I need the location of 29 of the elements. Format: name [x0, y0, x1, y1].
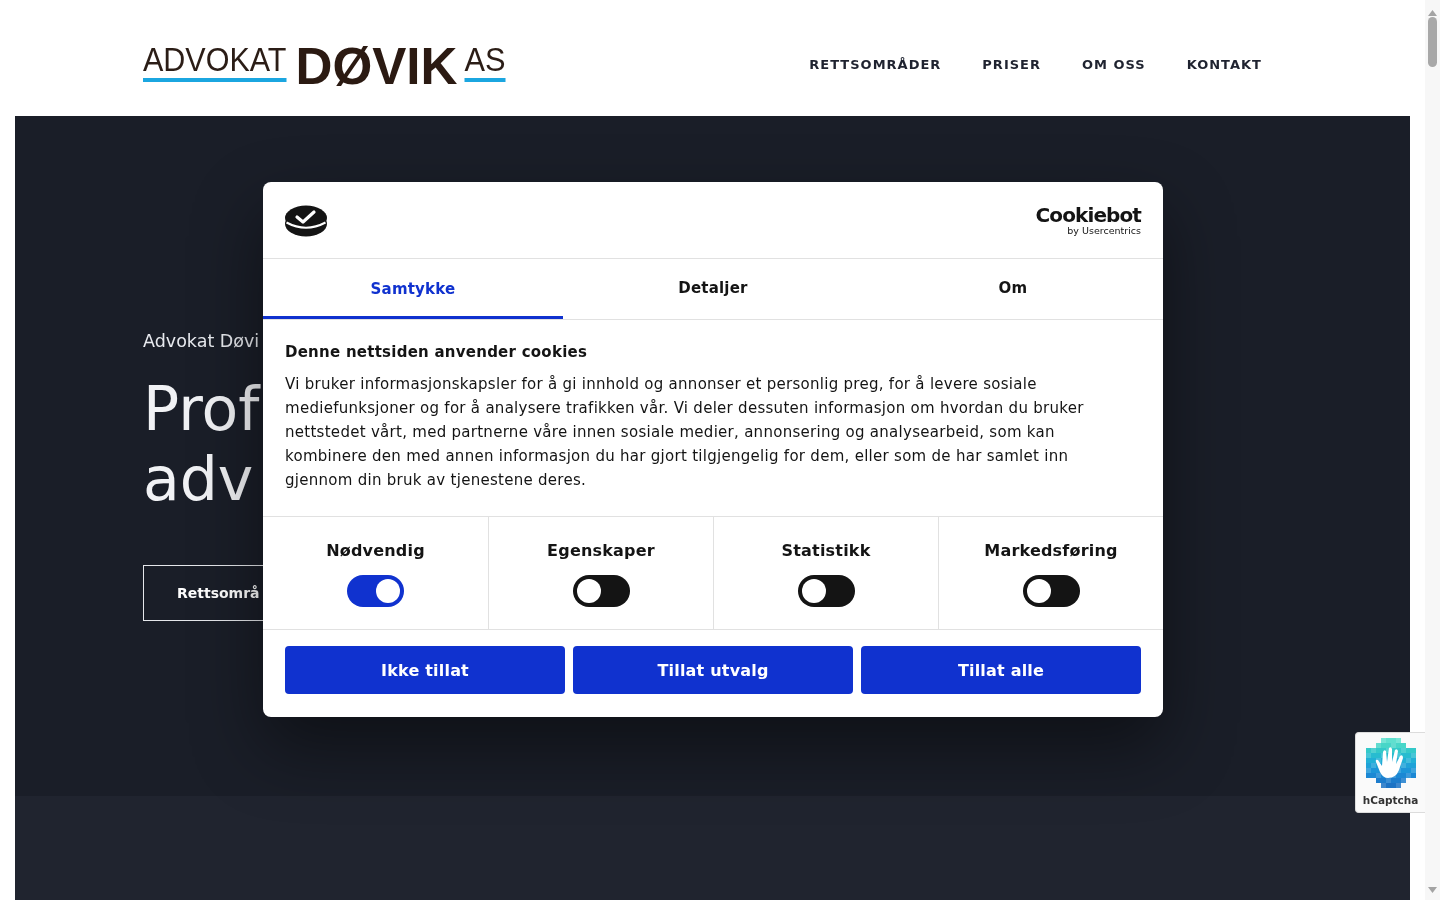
toggle-switch[interactable] — [797, 575, 855, 607]
consent-button[interactable]: Tillat alle — [861, 646, 1141, 694]
toggle-switch[interactable] — [347, 575, 404, 607]
consent-button[interactable]: Ikke tillat — [285, 646, 565, 694]
check-disc-icon — [285, 203, 327, 237]
dialog-tab[interactable]: Samtykke — [263, 259, 563, 319]
toggle-switch[interactable] — [572, 575, 630, 607]
hero-heading: Prof adv — [143, 374, 260, 514]
toggle-switch[interactable] — [1022, 575, 1080, 607]
category-label: Markedsføring — [984, 541, 1118, 561]
dialog-tab[interactable]: Detaljer — [563, 259, 863, 319]
nav-link[interactable]: OM OSS — [1082, 56, 1146, 72]
category-label: Nødvendig — [326, 541, 425, 561]
scrollbar[interactable] — [1425, 0, 1440, 900]
nav-link[interactable]: KONTAKT — [1186, 56, 1262, 72]
dialog-tab[interactable]: Om — [863, 259, 1163, 319]
captcha-badge[interactable]: hCaptcha — [1355, 732, 1425, 813]
hero-eyebrow: Advokat Døvi — [143, 331, 260, 351]
category-label: Egenskaper — [547, 541, 655, 561]
dialog-title: Denne nettsiden anvender cookies — [285, 342, 589, 363]
category-label: Statistikk — [781, 541, 871, 561]
captcha-label: hCaptcha — [1362, 794, 1419, 807]
scroll-thumb[interactable] — [1428, 17, 1437, 67]
nav-link[interactable]: RETTSOMRÅDER — [809, 56, 942, 72]
consent-button[interactable]: Tillat utvalg — [573, 646, 853, 694]
brand-logo[interactable]: Cookiebot by Usercentrics — [1035, 204, 1141, 236]
pixel-hand-icon — [1365, 738, 1416, 788]
nav-link[interactable]: PRISER — [982, 56, 1041, 72]
dialog-text: Vi bruker informasjonskapsler for å gi innhold og annonser et personlig preg, for å levere sosiale mediefunksjoner og for å analysere trafikken vår. Vi deler dessuten informasjon om hvordan du bruker nettstedet vårt, med partnerne våre innen sosiale medier, annonsering og analysearbeid, som kan kombinere den med annen informasjon du har gjort tilgjengelig for dem, eller som de har samlet inn gjennom din bruk av tjenestene deres. — [285, 374, 1085, 491]
